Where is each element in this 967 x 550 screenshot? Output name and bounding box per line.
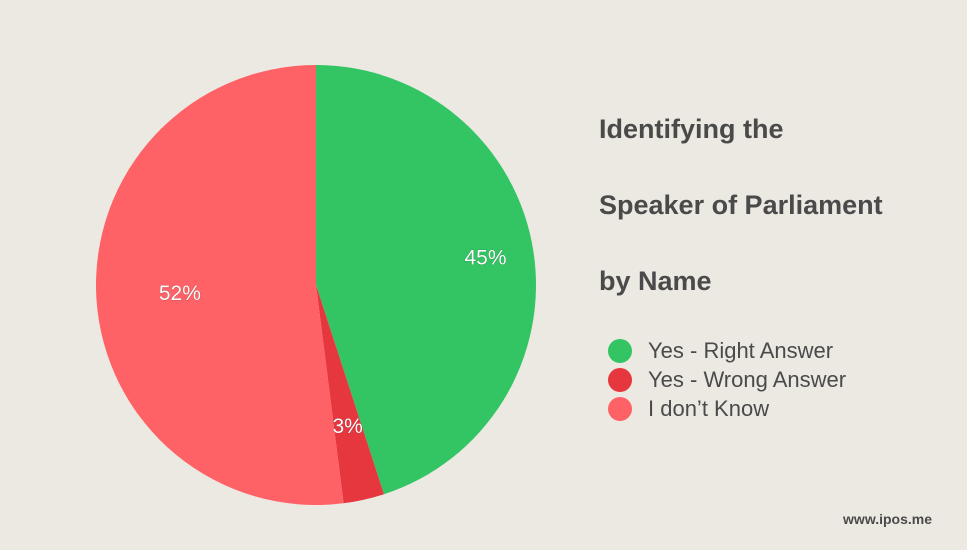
- legend-swatch-right-answer: [608, 338, 632, 363]
- legend-item-dont-know: I don’t Know: [608, 394, 846, 423]
- chart-title-line-1: Identifying the: [599, 114, 784, 144]
- pie-slice-i-don-t-know: [95, 65, 344, 506]
- legend-item-right-answer: Yes - Right Answer: [608, 336, 846, 365]
- pie-label-i-don-t-know: 52%: [159, 282, 201, 305]
- legend-swatch-dont-know: [608, 396, 632, 421]
- legend-label-right-answer: Yes - Right Answer: [648, 337, 834, 363]
- chart-title: Identifying the Speaker of Parliament by…: [599, 72, 959, 300]
- chart-title-line-3: by Name: [599, 266, 712, 296]
- watermark: www.ipos.me: [843, 511, 932, 527]
- chart-title-line-2: Speaker of Parliament: [599, 190, 883, 220]
- legend-label-wrong-answer: Yes - Wrong Answer: [648, 366, 847, 392]
- pie-label-yes-wrong-answer: 3%: [332, 415, 362, 438]
- legend: Yes - Right Answer Yes - Wrong Answer I …: [608, 336, 846, 423]
- legend-label-dont-know: I don’t Know: [648, 395, 770, 421]
- legend-item-wrong-answer: Yes - Wrong Answer: [608, 365, 846, 394]
- pie-label-yes-right-answer: 45%: [464, 247, 506, 270]
- legend-swatch-wrong-answer: [608, 367, 632, 392]
